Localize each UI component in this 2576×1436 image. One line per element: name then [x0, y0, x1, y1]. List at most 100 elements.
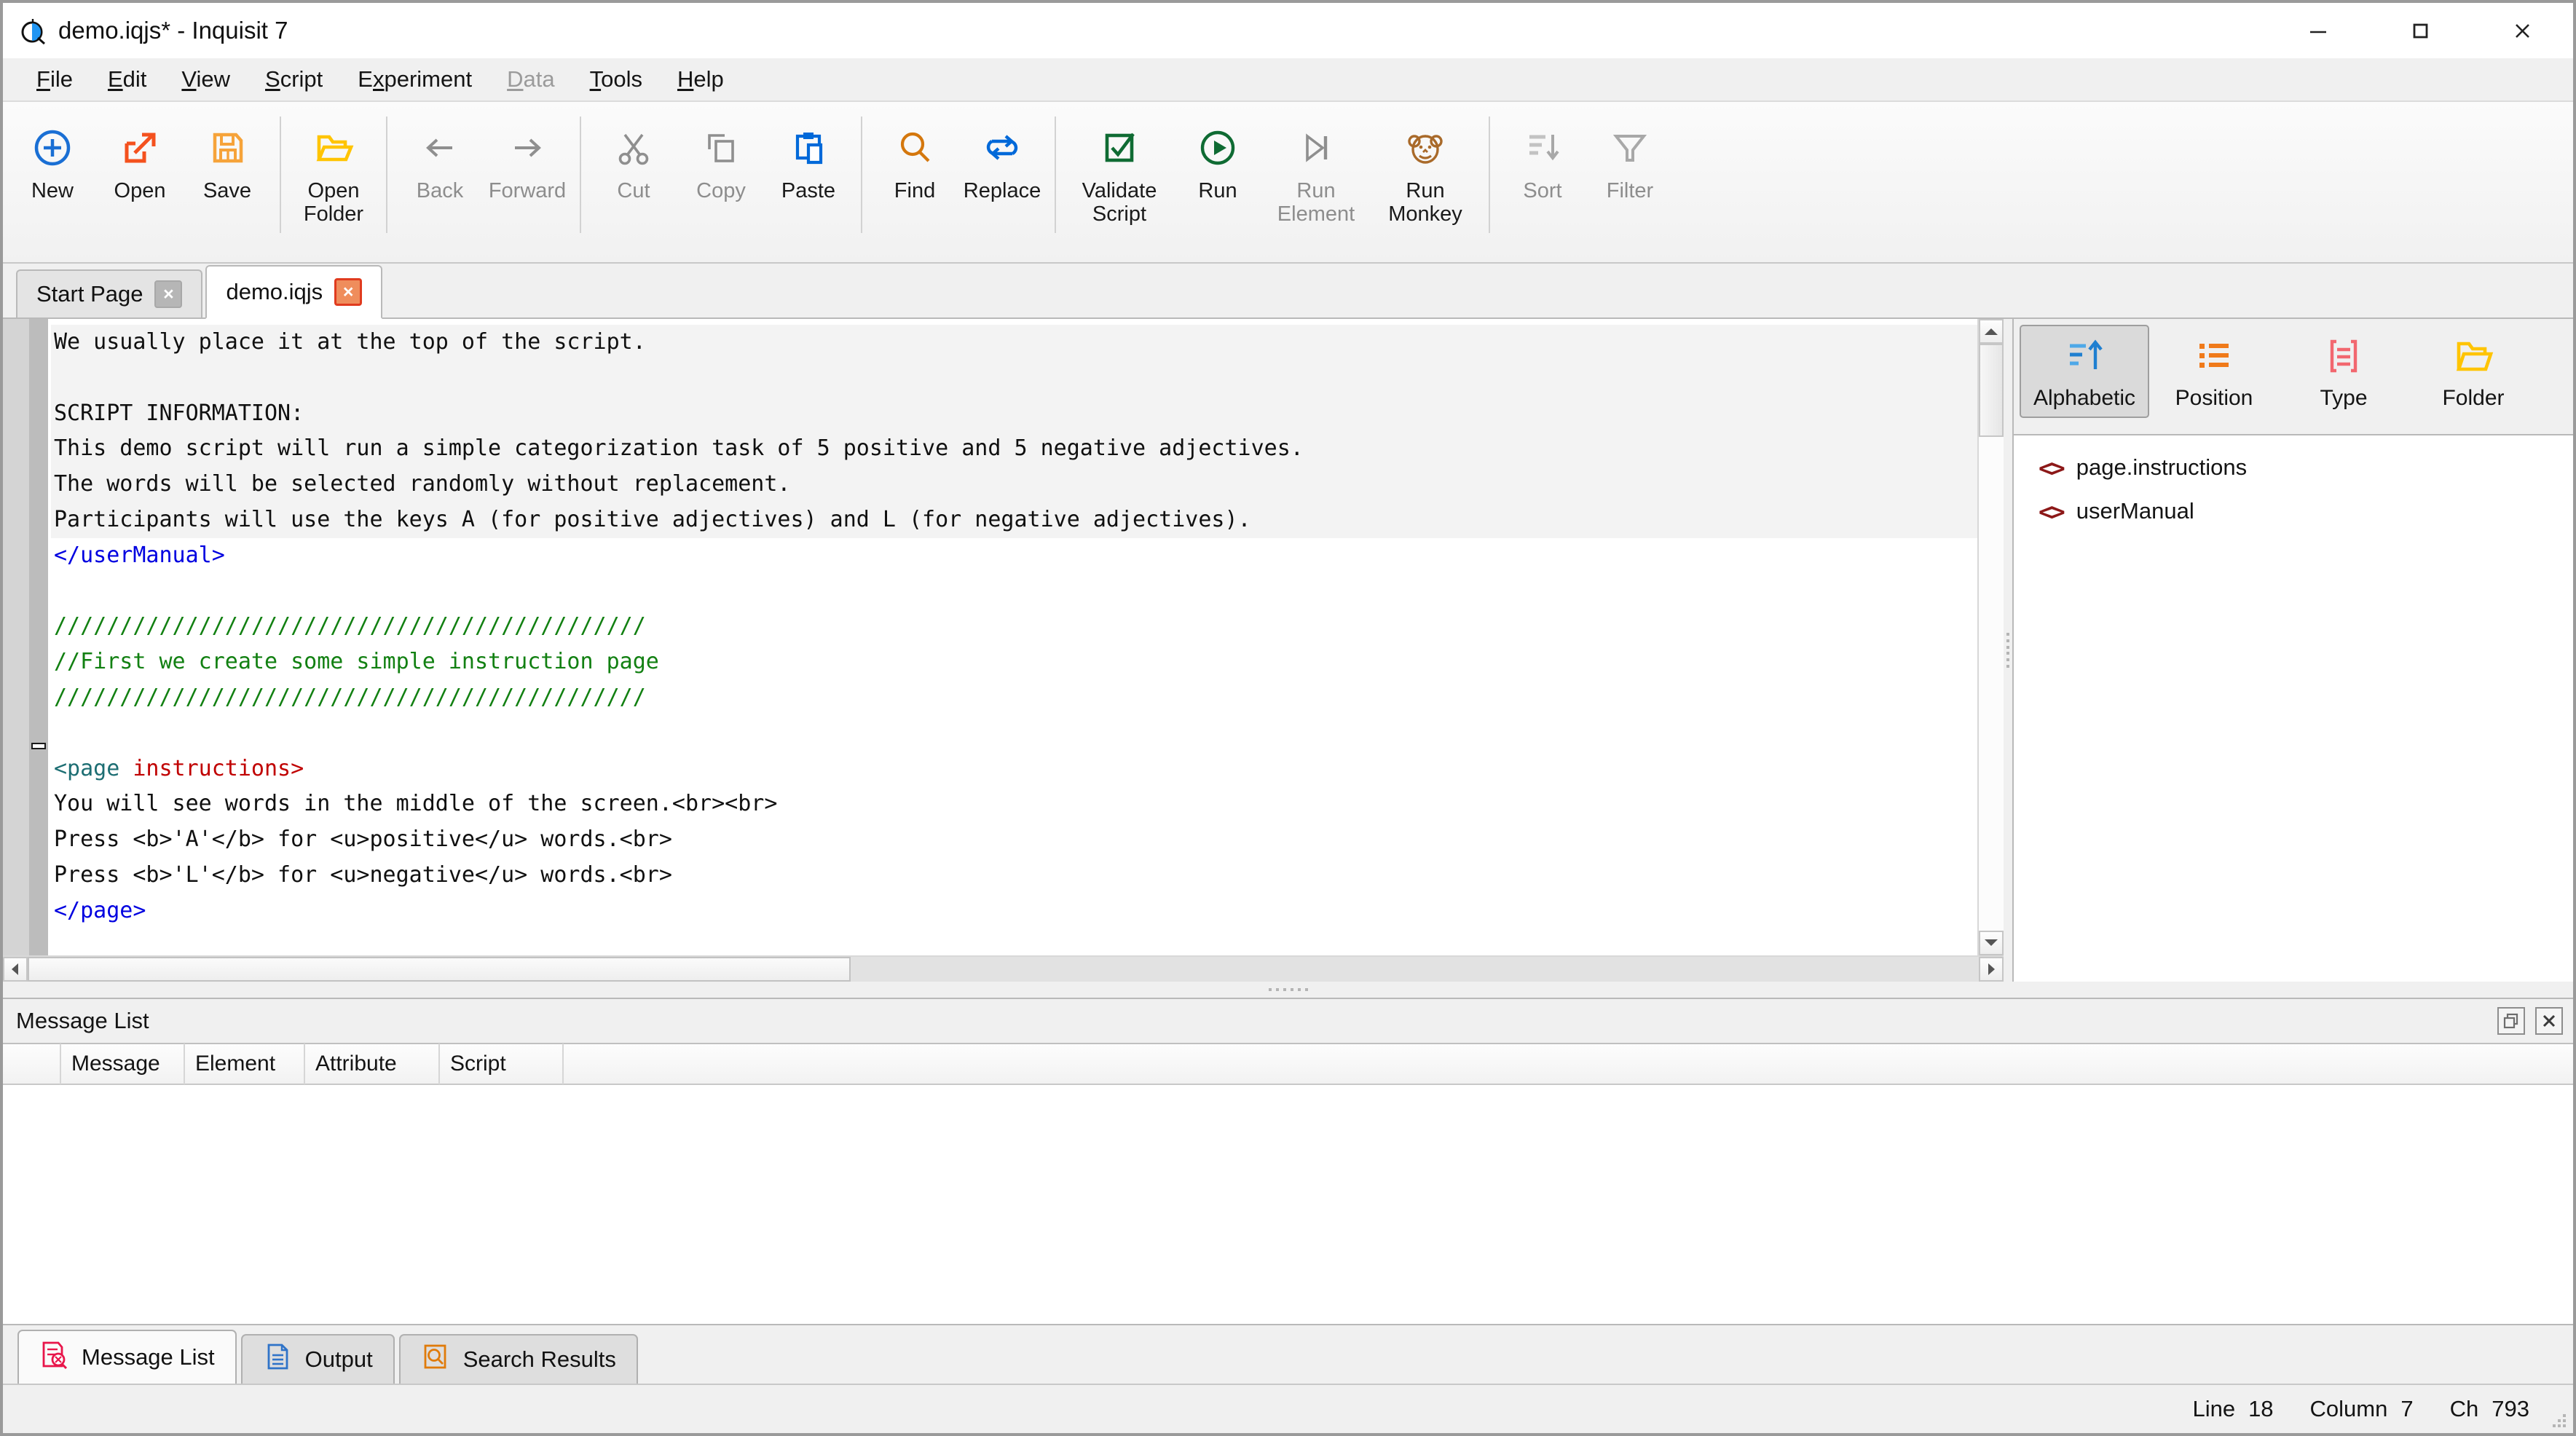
menu-help[interactable]: Help: [660, 58, 741, 101]
panel-float-button[interactable]: [2497, 1007, 2525, 1035]
message-list-column-header[interactable]: Attribute: [305, 1044, 440, 1084]
toolbar-save-label: Save: [202, 179, 252, 202]
toolbar-open-folder-button[interactable]: Open Folder: [290, 112, 377, 226]
toolbar-replace-label: Replace: [963, 179, 1041, 202]
tab-demo-iqjs[interactable]: demo.iqjs ×: [205, 265, 383, 319]
horizontal-scroll-track[interactable]: [28, 957, 1979, 982]
toolbar-run-monkey-button[interactable]: Run Monkey: [1371, 112, 1480, 226]
toolbar-paste-label: Paste: [781, 179, 836, 202]
toolbar-new-label: New: [31, 179, 74, 202]
explorer-sort-type-button[interactable]: Type: [2279, 325, 2408, 418]
message-list-column-header[interactable]: [3, 1044, 61, 1084]
new-circle-plus-icon: [32, 124, 73, 172]
toolbar-open-button[interactable]: Open: [96, 112, 184, 202]
explorer-sort-alphabetic-button[interactable]: Alphabetic: [2020, 325, 2149, 418]
toolbar-separator: [280, 117, 281, 233]
explorer-item-list: <> page.instructions <> userManual: [2014, 435, 2573, 982]
toolbar-run-button[interactable]: Run: [1174, 112, 1261, 202]
editor-vertical-scrollbar[interactable]: [1977, 319, 2004, 955]
document-tab-strip: Start Page × demo.iqjs ×: [3, 264, 2573, 319]
bottom-tab-message-list[interactable]: Message List: [17, 1330, 237, 1384]
explorer-sort-folder-button[interactable]: Folder: [2408, 325, 2538, 418]
vertical-splitter[interactable]: [2004, 319, 2012, 982]
status-line: Line 18: [2192, 1396, 2273, 1422]
folder-icon: [2453, 334, 2494, 379]
toolbar-replace-button[interactable]: Replace: [958, 112, 1046, 202]
message-list-column-header[interactable]: Message: [61, 1044, 185, 1084]
explorer-sort-position-button[interactable]: Position: [2149, 325, 2279, 418]
toolbar-find-button[interactable]: Find: [871, 112, 958, 202]
toolbar-validate-script-button[interactable]: Validate Script: [1065, 112, 1174, 226]
element-explorer-panel: Alphabetic Position Type Folder <> page.…: [2012, 319, 2573, 982]
toolbar-save-button[interactable]: Save: [184, 112, 271, 202]
explorer-list-item[interactable]: <> page.instructions: [2014, 446, 2573, 489]
explorer-list-item[interactable]: <> userManual: [2014, 489, 2573, 533]
menu-tools[interactable]: Tools: [572, 58, 660, 101]
scroll-left-arrow-icon[interactable]: [3, 957, 28, 982]
panel-close-button[interactable]: [2535, 1007, 2563, 1035]
code-token: The words will be selected randomly with…: [54, 471, 791, 497]
window-title: demo.iqjs* - Inquisit 7: [58, 17, 288, 44]
toolbar-paste-button[interactable]: Paste: [765, 112, 852, 202]
minimize-button[interactable]: [2267, 3, 2369, 58]
scissors-icon: [613, 124, 654, 172]
resize-grip-icon[interactable]: [2548, 1410, 2567, 1429]
explorer-type-label: Type: [2320, 386, 2368, 410]
close-button[interactable]: [2471, 3, 2573, 58]
toolbar-cut-label: Cut: [617, 179, 650, 202]
menu-script[interactable]: Script: [248, 58, 340, 101]
arrow-left-icon: [420, 124, 460, 172]
paste-icon: [788, 124, 829, 172]
window-controls: [2267, 3, 2573, 58]
menu-experiment[interactable]: Experiment: [340, 58, 489, 101]
scroll-down-arrow-icon[interactable]: [1979, 931, 2004, 955]
menu-view[interactable]: View: [164, 58, 248, 101]
scroll-right-arrow-icon[interactable]: [1979, 957, 2004, 982]
toolbar-forward-label: Forward: [488, 179, 567, 202]
message-list-rows[interactable]: [3, 1085, 2573, 1325]
code-line: Press <b>'L'</b> for <u>negative</u> wor…: [51, 858, 1977, 893]
status-line-value: 18: [2248, 1396, 2274, 1421]
editor-horizontal-scrollbar[interactable]: [3, 955, 2004, 982]
bottom-tab-search-results[interactable]: Search Results: [398, 1334, 638, 1384]
tab-demo-iqjs-close-icon[interactable]: ×: [334, 278, 363, 306]
status-column: Column 7: [2310, 1396, 2414, 1422]
tab-start-page[interactable]: Start Page ×: [16, 269, 203, 317]
toolbar-new-button[interactable]: New: [9, 112, 96, 202]
vertical-scroll-track[interactable]: [1979, 344, 2004, 931]
maximize-button[interactable]: [2369, 3, 2471, 58]
message-list-column-header[interactable]: Script: [440, 1044, 564, 1084]
toolbar-copy-button: Copy: [677, 112, 765, 202]
copy-icon: [701, 124, 741, 172]
explorer-list-item-label: page.instructions: [2076, 454, 2248, 480]
fold-collapse-icon[interactable]: [31, 743, 46, 749]
code-token: This demo script will run a simple categ…: [54, 435, 1304, 462]
search-results-icon: [421, 1342, 450, 1377]
tab-start-page-close-icon[interactable]: ×: [154, 280, 183, 308]
editor-gutter-fold[interactable]: [29, 319, 48, 955]
toolbar-run-monkey-label: Run Monkey: [1388, 179, 1462, 226]
explorer-list-item-label: userManual: [2076, 498, 2194, 524]
horizontal-splitter[interactable]: [3, 982, 2573, 998]
editor-body: We usually place it at the top of the sc…: [3, 319, 2004, 955]
code-line: </userManual>: [51, 538, 1977, 574]
status-ch: Ch 793: [2450, 1396, 2529, 1422]
inquisit-window: demo.iqjs* - Inquisit 7 File Edit View S…: [0, 0, 2576, 1436]
bottom-tab-output[interactable]: Output: [240, 1334, 395, 1384]
menu-edit[interactable]: Edit: [90, 58, 164, 101]
vertical-scroll-thumb[interactable]: [1979, 344, 2004, 437]
code-line: The words will be selected randomly with…: [51, 467, 1977, 502]
toolbar-filter-label: Filter: [1606, 179, 1654, 202]
toolbar-back-button: Back: [396, 112, 484, 202]
explorer-position-label: Position: [2175, 386, 2253, 410]
message-list-column-header[interactable]: Element: [185, 1044, 305, 1084]
menu-data: Data: [507, 66, 555, 92]
code-text-area[interactable]: We usually place it at the top of the sc…: [48, 319, 1977, 955]
toolbar-cut-button: Cut: [590, 112, 677, 202]
menu-file[interactable]: File: [19, 58, 90, 101]
scroll-up-arrow-icon[interactable]: [1979, 319, 2004, 344]
horizontal-scroll-thumb[interactable]: [28, 957, 851, 982]
code-line: ////////////////////////////////////////…: [51, 680, 1977, 716]
title-bar-left: demo.iqjs* - Inquisit 7: [3, 16, 288, 45]
explorer-alphabetic-label: Alphabetic: [2033, 386, 2136, 410]
